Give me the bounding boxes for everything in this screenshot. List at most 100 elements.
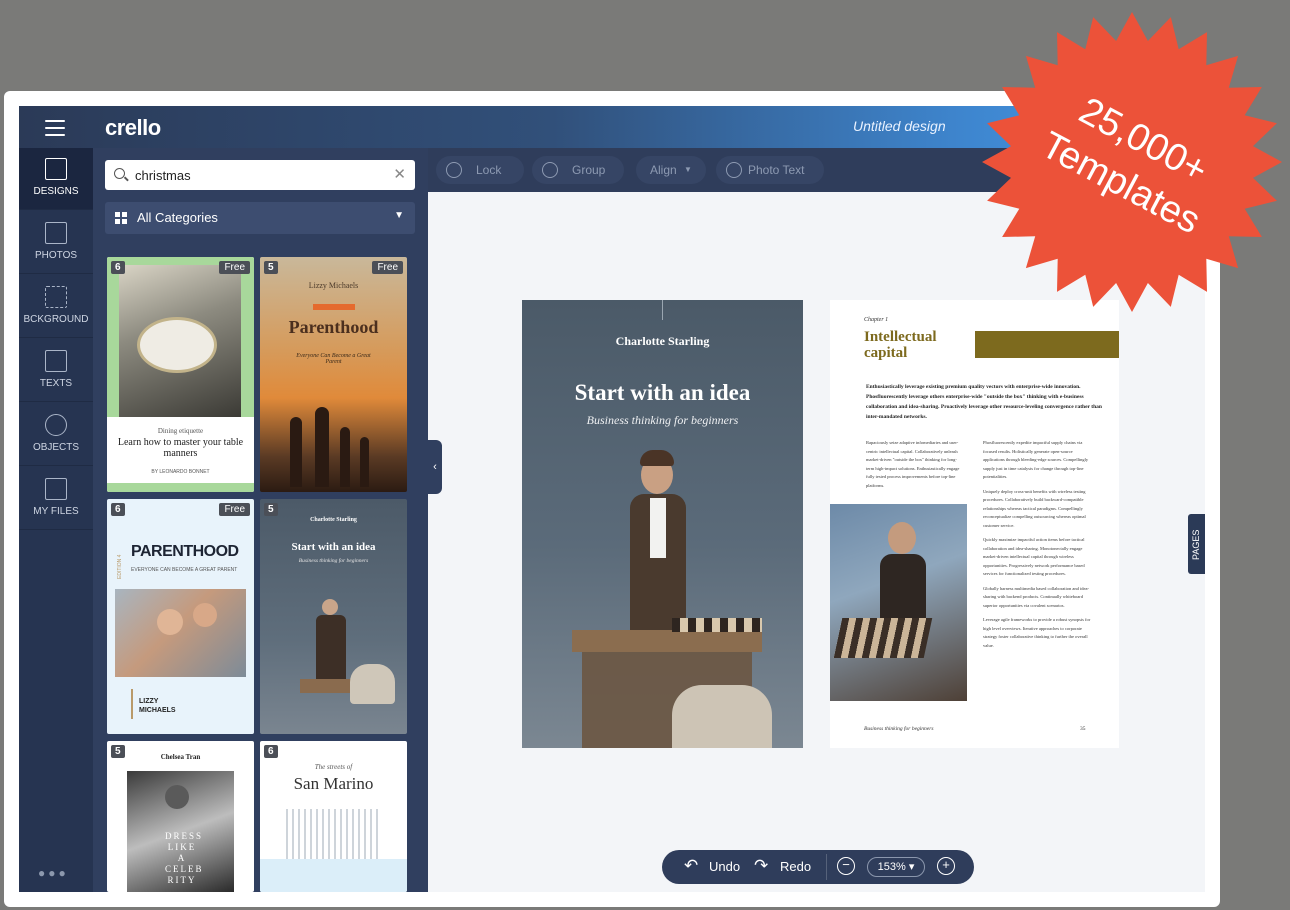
chapter-label[interactable]: Chapter 1: [864, 317, 888, 323]
category-dropdown[interactable]: All Categories ▼: [105, 202, 415, 234]
chessboard: [672, 618, 762, 632]
search-icon: [114, 168, 125, 179]
template-author: BY LEONARDO BONNET: [151, 469, 210, 475]
cover-title[interactable]: Start with an idea: [522, 380, 803, 406]
chair: [672, 685, 772, 748]
column-2-para-2: Uniquely deploy cross-unit benefits with…: [983, 488, 1086, 528]
free-badge: Free: [372, 261, 403, 274]
search-input[interactable]: [135, 165, 385, 185]
column-2-para-4: Globally harness multimedia based collab…: [983, 585, 1089, 608]
texts-icon: [45, 350, 67, 372]
rail-item-label: TEXTS: [39, 378, 73, 389]
canvas-page-cover[interactable]: Charlotte Starling Start with an idea Bu…: [522, 300, 803, 748]
template-card[interactable]: Chelsea Tran DRESS LIKE A CELEB RITY 5: [107, 741, 254, 892]
search-box: ✕: [105, 160, 415, 190]
template-card[interactable]: Dining etiquette Learn how to master you…: [107, 257, 254, 492]
template-card[interactable]: EDITION 4 PARENTHOOD EVERYONE CAN BECOME…: [107, 499, 254, 734]
divider: [826, 854, 827, 880]
designs-icon: [45, 158, 67, 180]
chevron-down-icon: ▼: [684, 165, 692, 174]
page-number: 35: [1080, 726, 1086, 732]
group-label: Group: [572, 163, 606, 177]
template-author: Chelsea Tran: [160, 753, 201, 761]
photos-icon: [45, 222, 67, 244]
undo-icon[interactable]: ↶: [684, 856, 698, 876]
templates-panel: ✕ All Categories ▼ Dining etiquette Lear…: [93, 148, 428, 892]
rail-item-my-files[interactable]: MY FILES: [19, 468, 93, 530]
table: [572, 630, 762, 652]
column-2-para-5: Leverage agile frameworks to provide a r…: [983, 617, 1091, 648]
rail-item-background[interactable]: BCKGROUND: [19, 276, 93, 338]
my-files-icon: [45, 478, 67, 500]
template-edition: EDITION 4: [117, 554, 123, 579]
column-2-text[interactable]: Phosfluorescently expedite impactful sup…: [983, 439, 1091, 650]
article-title-line2: capital: [864, 345, 908, 361]
background-icon: [45, 286, 67, 308]
template-card[interactable]: Charlotte Starling Start with an idea Bu…: [260, 499, 407, 734]
chevron-down-icon: ▼: [394, 210, 404, 221]
left-rail: DESIGNS PHOTOS BCKGROUND TEXTS OBJECTS M…: [19, 148, 93, 892]
zoom-out-icon[interactable]: −: [837, 857, 855, 875]
rail-item-label: PHOTOS: [34, 250, 78, 261]
bottom-controls: ↶ Undo ↷ Redo − 153% ▾ +: [662, 850, 974, 884]
template-subtitle: The streets of: [314, 763, 353, 771]
lock-button[interactable]: Lock: [436, 156, 524, 184]
template-subtitle: EVERYONE CAN BECOME A GREAT PARENT: [131, 567, 238, 573]
undo-button[interactable]: Undo: [709, 859, 740, 874]
template-subtitle: Dining etiquette: [157, 427, 204, 435]
page-count-badge: 5: [264, 503, 278, 516]
page-count-badge: 5: [111, 745, 125, 758]
article-title[interactable]: Intellectual capital: [864, 329, 937, 361]
cover-author[interactable]: Charlotte Starling: [522, 334, 803, 349]
redo-icon[interactable]: ↷: [754, 856, 768, 876]
grid-icon: [115, 212, 127, 224]
align-label: Align: [650, 163, 677, 177]
crello-logo: crello: [105, 115, 161, 140]
rail-item-objects[interactable]: OBJECTS: [19, 404, 93, 466]
rail-item-photos[interactable]: PHOTOS: [19, 212, 93, 274]
rail-item-designs[interactable]: DESIGNS: [19, 148, 93, 210]
pages-tab[interactable]: PAGES: [1188, 514, 1205, 574]
template-title: Learn how to master your table manners: [117, 437, 244, 459]
template-author: Lizzy Michaels: [308, 281, 359, 290]
cover-subtitle[interactable]: Business thinking for beginners: [522, 413, 803, 428]
page-count-badge: 6: [111, 261, 125, 274]
template-card[interactable]: The streets of San Marino 6: [260, 741, 407, 892]
zoom-select[interactable]: 153% ▾: [867, 857, 925, 877]
category-label: All Categories: [137, 210, 218, 225]
photo-text-icon: [726, 162, 742, 178]
page-count-badge: 6: [111, 503, 125, 516]
article-title-line1: Intellectual: [864, 329, 937, 345]
template-card[interactable]: Lizzy Michaels Parenthood Everyone Can B…: [260, 257, 407, 492]
group-button[interactable]: Group: [532, 156, 624, 184]
template-title: Parenthood: [288, 317, 379, 337]
template-subtitle: Business thinking for beginners: [298, 558, 369, 564]
lock-icon: [446, 162, 462, 178]
template-author: Charlotte Starling: [310, 517, 357, 523]
photo-text-button[interactable]: Photo Text: [716, 156, 824, 184]
template-subtitle: Everyone Can Become a Great Parent: [296, 353, 371, 365]
zoom-in-icon[interactable]: +: [937, 857, 955, 875]
clear-icon[interactable]: ✕: [393, 165, 406, 183]
rail-item-label: DESIGNS: [33, 186, 79, 197]
canvas-page-article[interactable]: Chapter 1 Intellectual capital Enthusias…: [830, 300, 1119, 748]
column-1-text[interactable]: Rapaciously seize adaptive infomediaries…: [866, 439, 964, 490]
redo-button[interactable]: Redo: [780, 859, 811, 874]
design-title[interactable]: Untitled design: [853, 118, 946, 134]
template-title: San Marino: [293, 774, 374, 793]
template-title: DRESS LIKE A CELEB RITY: [165, 831, 204, 885]
group-icon: [542, 162, 558, 178]
rail-item-texts[interactable]: TEXTS: [19, 340, 93, 402]
free-badge: Free: [219, 503, 250, 516]
rail-item-label: OBJECTS: [32, 442, 80, 453]
title-accent-bar: [975, 331, 1119, 358]
zoom-value: 153%: [877, 861, 906, 873]
collapse-panel-button[interactable]: ‹: [428, 440, 442, 494]
more-icon[interactable]: ●●●: [38, 866, 69, 880]
column-2-para-1: Phosfluorescently expedite impactful sup…: [983, 440, 1089, 479]
menu-icon[interactable]: [45, 120, 65, 136]
lead-paragraph[interactable]: Enthusiastically leverage existing premi…: [866, 382, 1106, 422]
align-button[interactable]: Align ▼: [636, 156, 706, 184]
column-2-para-3: Quickly maximize impactful action items …: [983, 537, 1085, 576]
rail-item-label: BCKGROUND: [23, 314, 89, 325]
